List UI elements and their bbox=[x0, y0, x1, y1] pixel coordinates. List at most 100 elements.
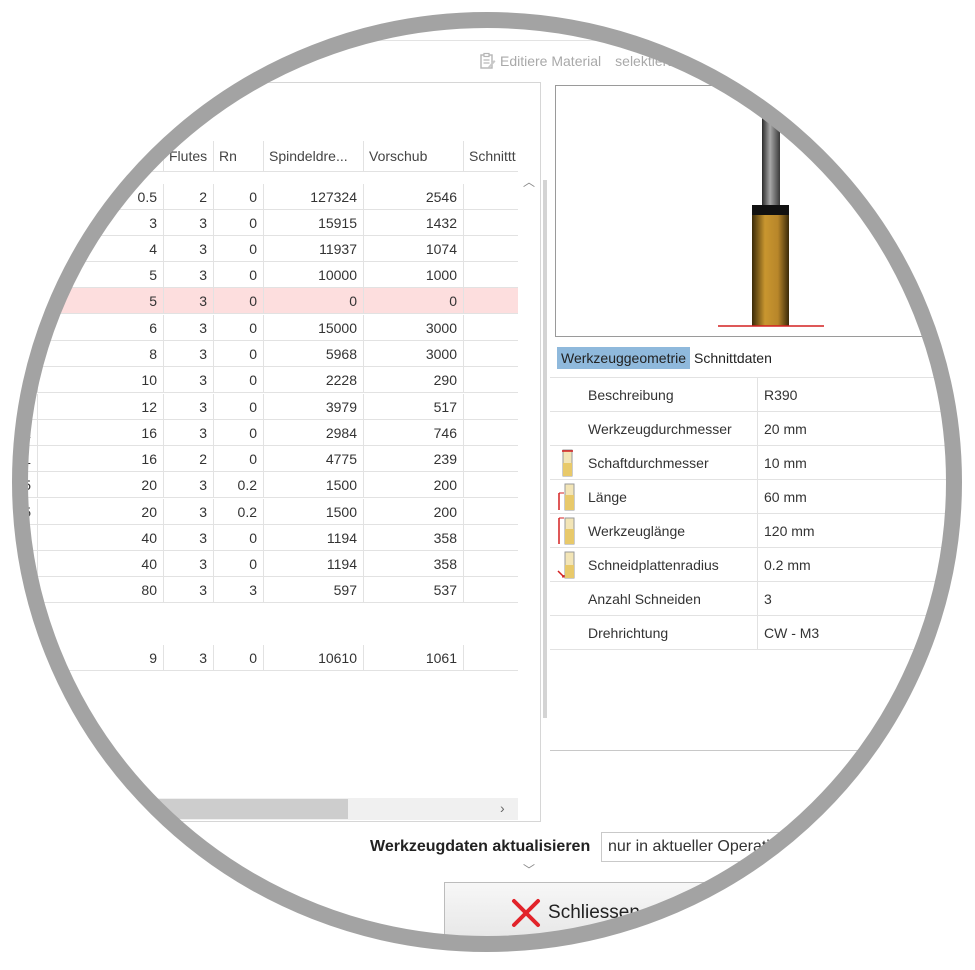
table-cell-spindle: 1500 bbox=[263, 499, 363, 525]
table-cell-feed: 290 bbox=[363, 367, 463, 393]
horizontal-scroll-thumb[interactable] bbox=[0, 799, 348, 819]
table-row[interactable]: T9 12 3 0 3979 517 bbox=[0, 394, 518, 420]
property-value[interactable]: 3 bbox=[764, 582, 772, 616]
table-cell-rn: 0 bbox=[213, 645, 263, 671]
table-cell-feed: 1074 bbox=[363, 236, 463, 262]
tab-cutting-data[interactable]: Schnittdaten bbox=[690, 347, 776, 369]
update-tool-data-label: Werkzeugdaten aktualisieren bbox=[370, 838, 591, 855]
table-cell-id: T1 bbox=[14, 241, 31, 257]
table-cell-feed: 200 bbox=[363, 499, 463, 525]
insert-radius-icon bbox=[556, 551, 578, 579]
table-cell-id bbox=[0, 184, 37, 210]
table-cell-flutes: 3 bbox=[163, 577, 213, 603]
column-header-spindle[interactable]: Spindeldre... bbox=[263, 141, 363, 171]
property-value[interactable]: 60 mm bbox=[764, 480, 807, 514]
edit-material-button[interactable]: Editiere Material selektiertes M bbox=[478, 52, 702, 70]
property-label: Schaftdurchmesser bbox=[588, 455, 709, 471]
column-header-rn[interactable]: Rn bbox=[213, 141, 263, 171]
table-row[interactable]: T7 8 3 0 5968 3000 bbox=[0, 341, 518, 367]
property-row[interactable]: Beschreibung R390 bbox=[550, 378, 975, 412]
secondary-button[interactable] bbox=[718, 882, 838, 944]
table-cell-id: T1 bbox=[14, 530, 31, 546]
column-header-diameter[interactable] bbox=[37, 141, 163, 171]
table-row[interactable]: T1 10 3 0 2228 290 bbox=[0, 367, 518, 393]
table-cell-flutes: 3 bbox=[163, 394, 213, 420]
table-cell-cut bbox=[463, 262, 518, 288]
property-value[interactable]: 0.2 mm bbox=[764, 548, 811, 582]
column-header-cut[interactable]: Schnittt bbox=[463, 141, 518, 171]
property-row[interactable]: Drehrichtung CW - M3 bbox=[550, 616, 975, 650]
property-value[interactable]: CW - M3 bbox=[764, 616, 819, 650]
toolbar-divider bbox=[0, 40, 975, 41]
column-header-feed[interactable]: Vorschub bbox=[363, 141, 463, 171]
table-cell-spindle: 0 bbox=[263, 288, 363, 314]
update-scope-select[interactable]: nur in aktueller Operation bbox=[601, 832, 821, 862]
property-value[interactable]: 20 mm bbox=[764, 412, 807, 446]
table-cell-flutes: 3 bbox=[163, 551, 213, 577]
close-button-label: Schliessen bbox=[548, 902, 640, 923]
property-label: Anzahl Schneiden bbox=[588, 591, 701, 607]
property-row[interactable]: Länge 60 mm bbox=[550, 480, 975, 514]
scroll-up-icon[interactable]: ︿ bbox=[523, 173, 535, 190]
table-row[interactable]: T15 20 3 0.2 1500 200 bbox=[0, 472, 518, 498]
table-cell-rn: 0.2 bbox=[213, 499, 263, 525]
table-cell-dia: 20 bbox=[37, 472, 163, 498]
table-cell-flutes: 3 bbox=[163, 341, 213, 367]
table-cell-rn: 0 bbox=[213, 315, 263, 341]
edit-material-label: Editiere Material bbox=[500, 53, 602, 69]
property-column-divider bbox=[757, 548, 758, 582]
table-cell-flutes: 3 bbox=[163, 315, 213, 341]
property-row[interactable]: Schaftdurchmesser 10 mm bbox=[550, 446, 975, 480]
table-cell-dia: 6 bbox=[37, 315, 163, 341]
table-row[interactable]: T1 5 3 0 0 0 bbox=[0, 288, 518, 314]
table-cell-cut bbox=[463, 525, 518, 551]
table-cell-feed: 358 bbox=[363, 525, 463, 551]
table-cell-spindle: 2228 bbox=[263, 367, 363, 393]
table-row[interactable]: T1 40 3 0 1194 358 bbox=[0, 551, 518, 577]
table-cell-dia: 20 bbox=[37, 499, 163, 525]
table-cell-cut bbox=[463, 236, 518, 262]
table-cell-feed: 537 bbox=[363, 577, 463, 603]
table-row[interactable]: l 3 3 0 15915 1432 bbox=[0, 210, 518, 236]
column-header-id[interactable] bbox=[0, 141, 37, 171]
table-cell-spindle: 10610 bbox=[263, 645, 363, 671]
table-row[interactable]: T99 80 3 3 597 537 bbox=[0, 577, 518, 603]
scroll-down-icon[interactable]: ﹀ bbox=[523, 861, 535, 878]
table-cell-spindle: 1194 bbox=[263, 525, 363, 551]
close-button[interactable]: Schliessen bbox=[444, 882, 706, 944]
table-cell-rn: 0 bbox=[213, 210, 263, 236]
table-row[interactable]: T15 20 3 0.2 1500 200 bbox=[0, 499, 518, 525]
table-cell-flutes: 3 bbox=[163, 472, 213, 498]
table-row[interactable]: T1 4 3 0 11937 1074 bbox=[0, 236, 518, 262]
property-column-divider bbox=[757, 412, 758, 446]
table-row[interactable]: 0.5 2 0 127324 2546 bbox=[0, 184, 518, 210]
scroll-right-icon[interactable]: › bbox=[500, 800, 505, 816]
panel-splitter[interactable] bbox=[543, 180, 547, 718]
table-row[interactable]: T1 16 2 0 4775 239 bbox=[0, 446, 518, 472]
table-row[interactable]: T1 40 3 0 1194 358 bbox=[0, 525, 518, 551]
property-value[interactable]: 10 mm bbox=[764, 446, 807, 480]
property-value[interactable]: R390 bbox=[764, 378, 797, 412]
table-cell-cut bbox=[463, 210, 518, 236]
table-row[interactable]: T1 9 3 0 10610 1061 bbox=[0, 645, 518, 671]
table-cell-feed: 1432 bbox=[363, 210, 463, 236]
table-cell-dia: 0.5 bbox=[37, 184, 163, 210]
property-row[interactable]: Werkzeugdurchmesser 20 mm bbox=[550, 412, 975, 446]
table-row[interactable]: T5 5 3 0 10000 1000 bbox=[0, 262, 518, 288]
table-cell-feed: 746 bbox=[363, 420, 463, 446]
horizontal-scrollbar[interactable]: › bbox=[0, 798, 518, 820]
property-row[interactable]: Werkzeuglänge 120 mm bbox=[550, 514, 975, 548]
table-cell-dia: 4 bbox=[37, 236, 163, 262]
property-row[interactable]: Schneidplattenradius 0.2 mm bbox=[550, 548, 975, 582]
tab-geometry[interactable]: Werkzeuggeometrie bbox=[557, 347, 691, 369]
table-cell-cut bbox=[463, 446, 518, 472]
table-cell-flutes: 2 bbox=[163, 446, 213, 472]
table-row[interactable]: T1 16 3 0 2984 746 bbox=[0, 420, 518, 446]
property-value[interactable]: 120 mm bbox=[764, 514, 815, 548]
table-cell-feed: 1000 bbox=[363, 262, 463, 288]
property-row[interactable]: Anzahl Schneiden 3 bbox=[550, 582, 975, 616]
table-cell-spindle: 15915 bbox=[263, 210, 363, 236]
table-row[interactable]: T1 6 3 0 15000 3000 bbox=[0, 315, 518, 341]
column-header-flutes[interactable]: Flutes bbox=[163, 141, 213, 171]
vertical-scrollbar[interactable]: ︿ ﹀ bbox=[518, 171, 539, 877]
